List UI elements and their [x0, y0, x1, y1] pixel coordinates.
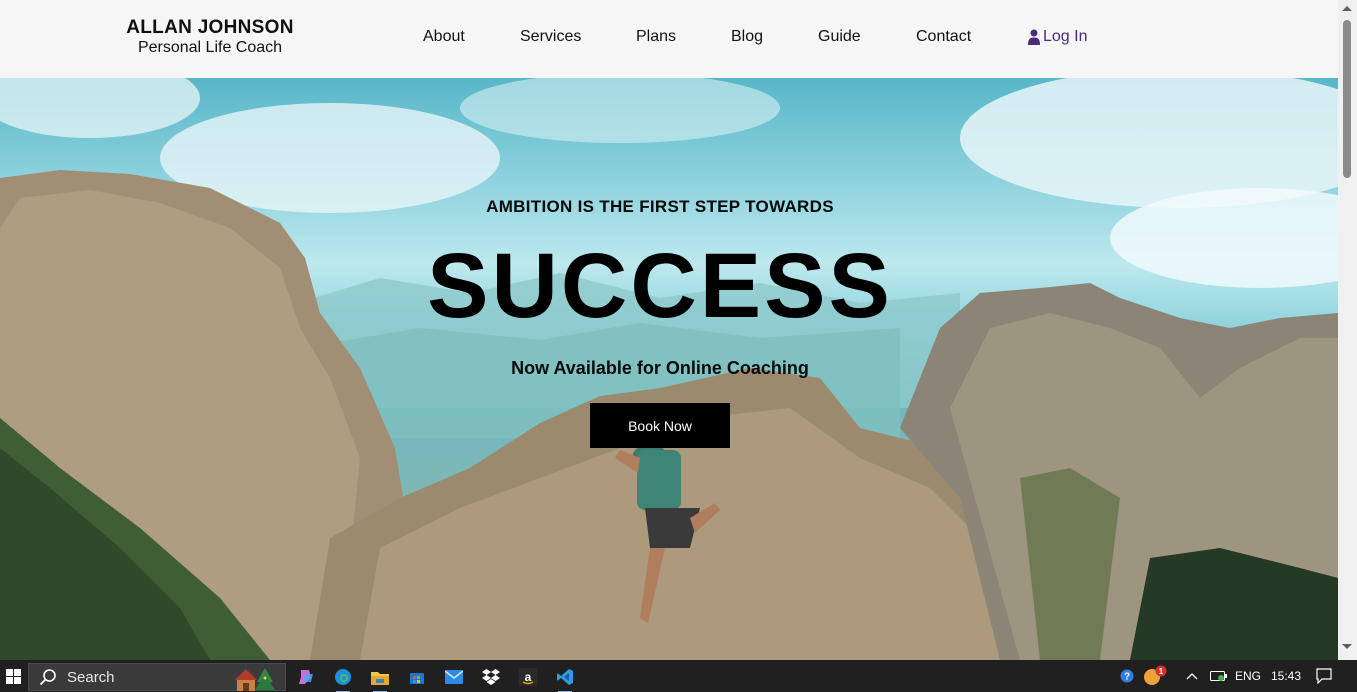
- login-label: Log In: [1043, 28, 1088, 45]
- page-scrollbar[interactable]: [1338, 0, 1357, 660]
- book-now-button[interactable]: Book Now: [590, 403, 730, 448]
- store-icon[interactable]: [402, 664, 432, 690]
- nav-item-services[interactable]: Services: [520, 28, 581, 46]
- svg-text:?: ?: [1124, 672, 1130, 683]
- help-icon[interactable]: ?: [1120, 660, 1134, 692]
- site-header: ALLAN JOHNSON Personal Life Coach About …: [0, 0, 1338, 78]
- hero-headline: SUCCESS: [427, 235, 893, 337]
- notification-center-icon[interactable]: [1316, 660, 1332, 692]
- hero-kicker: AMBITION IS THE FIRST STEP TOWARDS: [486, 197, 834, 216]
- vscode-icon[interactable]: [550, 664, 580, 692]
- windows-taskbar: Search a ? 1 ENG 15:43: [0, 660, 1357, 692]
- file-explorer-icon[interactable]: [365, 664, 395, 692]
- chevron-up-icon[interactable]: [1186, 660, 1198, 692]
- edge-icon[interactable]: [328, 664, 358, 692]
- svg-text:1: 1: [1159, 667, 1164, 676]
- search-placeholder: Search: [67, 668, 115, 686]
- hero-content: AMBITION IS THE FIRST STEP TOWARDS SUCCE…: [0, 78, 1320, 660]
- search-icon: [39, 669, 56, 686]
- scroll-thumb[interactable]: [1343, 20, 1351, 178]
- hero-section: AMBITION IS THE FIRST STEP TOWARDS SUCCE…: [0, 78, 1338, 660]
- holiday-decoration-icon: [235, 668, 275, 691]
- clock[interactable]: 15:43: [1271, 660, 1301, 692]
- scroll-up-arrow-icon[interactable]: [1342, 6, 1352, 11]
- hero-subline: Now Available for Online Coaching: [511, 358, 809, 378]
- brand-name: ALLAN JOHNSON: [126, 17, 294, 38]
- start-button[interactable]: [0, 660, 26, 692]
- nav-item-guide[interactable]: Guide: [818, 28, 861, 46]
- svg-text:a: a: [525, 670, 532, 684]
- dropbox-icon[interactable]: [476, 664, 506, 690]
- nav-item-plans[interactable]: Plans: [636, 28, 676, 46]
- nav-item-about[interactable]: About: [423, 28, 465, 46]
- weather-notification-icon[interactable]: 1: [1142, 660, 1168, 692]
- scroll-down-arrow-icon[interactable]: [1342, 644, 1352, 649]
- taskbar-search-box[interactable]: Search: [28, 663, 286, 691]
- windows-logo-icon: [5, 668, 21, 684]
- language-indicator[interactable]: ENG: [1235, 660, 1261, 692]
- copilot-icon[interactable]: [291, 664, 321, 690]
- mail-icon[interactable]: [439, 664, 469, 690]
- battery-icon[interactable]: [1210, 660, 1228, 692]
- brand-logo[interactable]: ALLAN JOHNSON Personal Life Coach: [120, 18, 300, 58]
- user-icon: [1028, 29, 1040, 45]
- login-link[interactable]: Log In: [1028, 28, 1087, 46]
- brand-tagline: Personal Life Coach: [137, 39, 283, 56]
- nav-item-blog[interactable]: Blog: [731, 28, 763, 46]
- amazon-icon[interactable]: a: [513, 664, 543, 690]
- nav-item-contact[interactable]: Contact: [916, 28, 971, 46]
